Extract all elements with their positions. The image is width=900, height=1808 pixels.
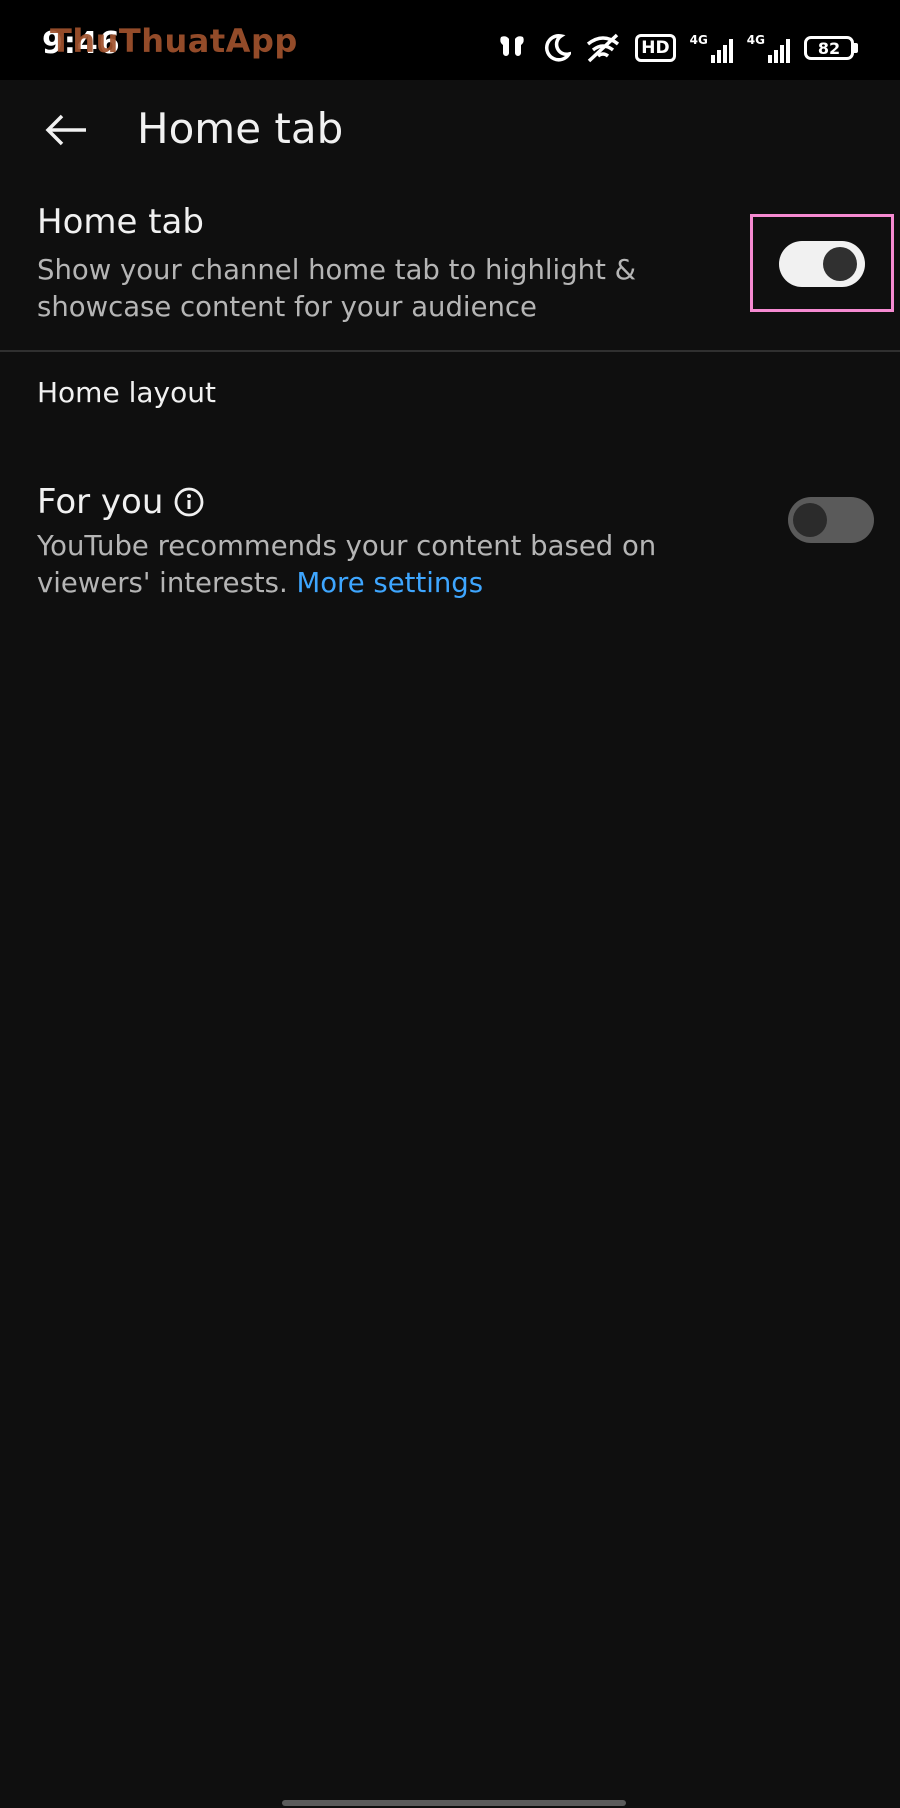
info-icon[interactable] <box>173 486 205 518</box>
toggle-knob <box>793 503 827 537</box>
divider <box>0 350 900 352</box>
earbuds-icon <box>500 36 525 56</box>
for-you-toggle[interactable] <box>788 497 874 543</box>
home-tab-title: Home tab <box>37 202 204 242</box>
toggle-knob <box>823 247 857 281</box>
for-you-title: For you <box>37 482 164 522</box>
moon-icon <box>545 34 572 62</box>
arrow-left-icon <box>45 114 86 146</box>
page-title: Home tab <box>137 104 344 153</box>
setting-for-you[interactable]: For you YouTube recommends your content … <box>0 460 900 620</box>
network-type-1: 4G <box>689 33 708 47</box>
status-icons: HD 4G 4G 82 <box>495 28 858 68</box>
home-indicator[interactable] <box>282 1800 626 1806</box>
battery-level: 82 <box>804 36 854 60</box>
back-button[interactable] <box>28 102 104 158</box>
battery-icon: 82 <box>804 36 858 60</box>
app-bar: Home tab <box>0 80 900 180</box>
network-type-2: 4G <box>746 33 765 47</box>
status-bar: 9:46 ThuThuatApp HD 4G 4G 82 <box>0 0 900 80</box>
signal-icon: 4G <box>690 33 733 63</box>
home-tab-toggle[interactable] <box>779 241 865 287</box>
section-header-home-layout: Home layout <box>37 376 216 409</box>
watermark-text: ThuThuatApp <box>50 22 298 60</box>
for-you-description: YouTube recommends your content based on… <box>37 528 717 602</box>
hd-icon: HD <box>635 34 676 62</box>
more-settings-link[interactable]: More settings <box>297 567 484 599</box>
home-tab-description: Show your channel home tab to highlight … <box>37 254 637 323</box>
signal-icon-2: 4G <box>747 33 790 63</box>
wifi-off-icon <box>587 33 620 63</box>
